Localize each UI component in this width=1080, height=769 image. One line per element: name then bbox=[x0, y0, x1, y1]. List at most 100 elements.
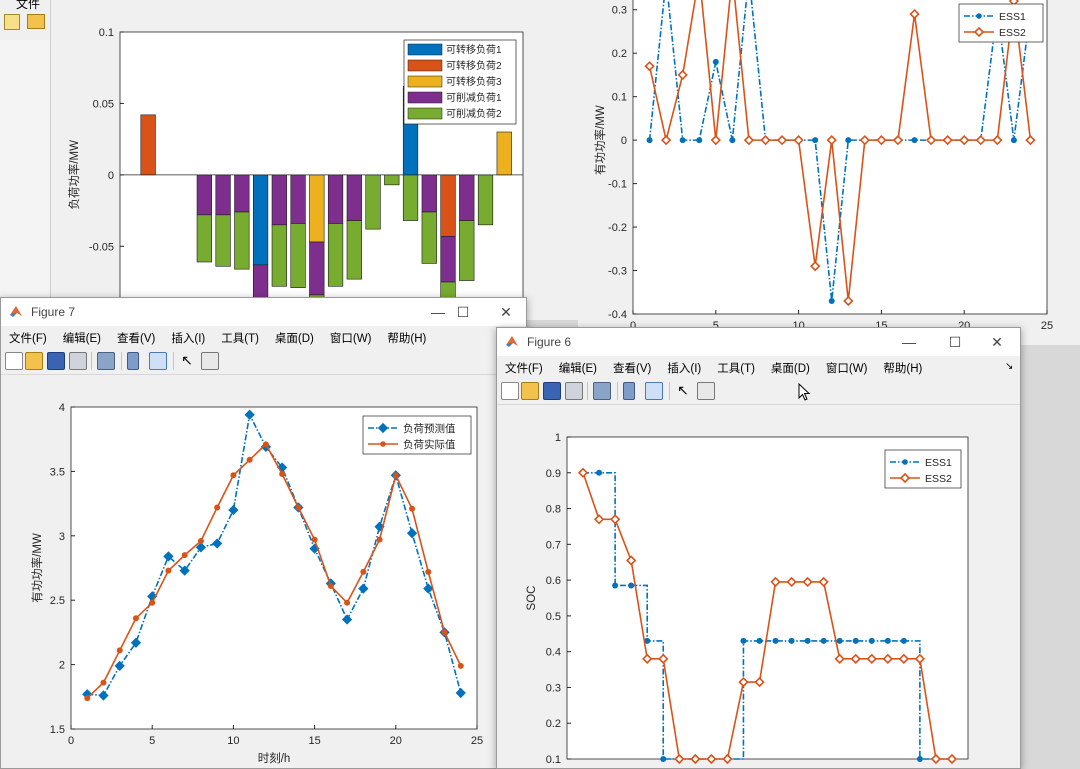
menu-item[interactable]: 窗口(W) bbox=[818, 356, 876, 376]
legend-label: ESS2 bbox=[999, 27, 1026, 39]
toolbar-separator bbox=[121, 352, 122, 370]
save-icon[interactable] bbox=[543, 382, 561, 400]
close-icon[interactable]: ✕ bbox=[491, 302, 521, 322]
bar-segment bbox=[196, 214, 212, 263]
toolbar-separator bbox=[91, 352, 92, 370]
ess-series-1-marker bbox=[812, 137, 819, 144]
menu-item[interactable]: 插入(I) bbox=[163, 326, 213, 346]
soc-series-1-marker bbox=[916, 756, 923, 762]
new-figure-icon[interactable] bbox=[501, 382, 519, 400]
maximize-icon[interactable]: ☐ bbox=[940, 332, 970, 352]
menu-item[interactable]: 插入(I) bbox=[659, 356, 709, 376]
bar-segment bbox=[402, 174, 419, 221]
bar-segment bbox=[459, 174, 475, 221]
y-tick-label: 0.1 bbox=[546, 754, 561, 766]
dock-arrow-icon[interactable]: ↘ bbox=[1005, 361, 1013, 372]
load-series-1-marker bbox=[181, 567, 188, 574]
y-tick-label: 0.1 bbox=[612, 92, 627, 104]
legend-label: ESS1 bbox=[925, 457, 952, 469]
chart-legend: ESS1 ESS2 bbox=[884, 449, 962, 489]
legend-label: 可削减负荷1 bbox=[446, 91, 502, 104]
bar-segment bbox=[140, 114, 156, 176]
y-axis-label: SOC bbox=[526, 586, 538, 611]
save-icon[interactable] bbox=[47, 352, 65, 370]
load-forecast-chart: 0 5 10 15 20 25 4 3.5 3 2.5 2 1.5 时刻/h 有功功率/MW 负荷预测值负荷… bbox=[30, 402, 483, 765]
bar-segment bbox=[440, 235, 456, 283]
colorbar-icon[interactable] bbox=[623, 382, 635, 400]
figure7-menubar: 文件(F) 编辑(E) 查看(V) 插入(I) 工具(T) 桌面(D) 窗口(W) 帮助(H) bbox=[1, 326, 526, 348]
load-series-2-marker bbox=[425, 568, 432, 575]
legend-icon[interactable] bbox=[149, 352, 167, 370]
bar-segment bbox=[196, 174, 212, 216]
load-series-1-marker bbox=[409, 530, 416, 537]
load-series-2-marker bbox=[392, 472, 399, 479]
mouse-cursor-icon bbox=[798, 383, 810, 401]
menu-item[interactable]: 帮助(H) bbox=[379, 326, 434, 346]
soc-series-1-marker bbox=[772, 637, 779, 644]
load-series-2-marker bbox=[246, 456, 253, 463]
bar-segment bbox=[327, 174, 344, 224]
legend-marker bbox=[380, 425, 386, 431]
maximize-icon[interactable]: ☐ bbox=[448, 302, 478, 322]
x-tick-label: 0 bbox=[68, 735, 74, 747]
menu-item[interactable]: 工具(T) bbox=[709, 356, 763, 376]
bar-segment bbox=[421, 174, 437, 213]
load-series-2-marker bbox=[457, 662, 464, 669]
y-tick-label: 1.5 bbox=[50, 724, 65, 736]
soc-series-1-marker bbox=[820, 637, 827, 644]
x-tick-label: 25 bbox=[1041, 320, 1053, 332]
folder-icon[interactable] bbox=[27, 14, 45, 29]
menu-item[interactable]: 窗口(W) bbox=[322, 326, 380, 346]
load-series-2-marker bbox=[149, 599, 156, 606]
comment-icon[interactable] bbox=[4, 14, 20, 30]
load-series-1-marker bbox=[344, 616, 351, 623]
load-series-2-marker bbox=[376, 536, 383, 543]
y-tick-label: -0.2 bbox=[608, 222, 627, 234]
soc-series-1-marker bbox=[836, 637, 843, 644]
legend-label: ESS2 bbox=[925, 473, 952, 485]
bar-segment bbox=[215, 214, 231, 267]
print-icon[interactable] bbox=[565, 382, 583, 400]
menu-item[interactable]: 帮助(H) bbox=[875, 356, 930, 376]
new-figure-icon[interactable] bbox=[5, 352, 23, 370]
bar-segment bbox=[440, 174, 456, 237]
minimize-icon[interactable]: — bbox=[894, 332, 924, 352]
figure6-titlebar[interactable]: Figure 6 — ☐ ✕ bbox=[497, 328, 1020, 356]
property-editor-icon[interactable] bbox=[697, 382, 715, 400]
menu-item[interactable]: 桌面(D) bbox=[267, 326, 322, 346]
print-icon[interactable] bbox=[69, 352, 87, 370]
link-plot-icon[interactable] bbox=[593, 382, 611, 400]
open-file-icon[interactable] bbox=[521, 382, 539, 400]
load-series-2-marker bbox=[230, 472, 237, 479]
pointer-icon[interactable]: ↖ bbox=[675, 382, 691, 398]
menu-item[interactable]: 桌面(D) bbox=[763, 356, 818, 376]
pointer-icon[interactable]: ↖ bbox=[179, 352, 195, 368]
figure7-titlebar[interactable]: Figure 7 — ☐ ✕ bbox=[1, 298, 526, 326]
bar-segment bbox=[309, 174, 325, 243]
y-tick-label: 0 bbox=[621, 135, 627, 147]
menu-item[interactable]: 编辑(E) bbox=[551, 356, 605, 376]
legend-swatch bbox=[407, 43, 443, 56]
y-tick-label: -0.4 bbox=[608, 309, 627, 321]
menu-item[interactable]: 编辑(E) bbox=[55, 326, 109, 346]
load-series-2-marker bbox=[360, 568, 367, 575]
toolbar-separator bbox=[173, 352, 174, 370]
legend-label: 可削减负荷2 bbox=[446, 107, 502, 120]
open-file-icon[interactable] bbox=[25, 352, 43, 370]
menu-item[interactable]: 查看(V) bbox=[605, 356, 659, 376]
legend-icon[interactable] bbox=[645, 382, 663, 400]
load-series-2-marker bbox=[84, 695, 91, 702]
menu-item[interactable]: 文件(F) bbox=[1, 326, 55, 346]
menu-item[interactable]: 文件(F) bbox=[497, 356, 551, 376]
menu-item[interactable]: 工具(T) bbox=[213, 326, 267, 346]
colorbar-icon[interactable] bbox=[127, 352, 139, 370]
close-icon[interactable]: ✕ bbox=[982, 332, 1012, 352]
legend-marker bbox=[380, 441, 386, 447]
load-series-2-marker bbox=[262, 441, 269, 448]
plot-area bbox=[632, 0, 1048, 315]
link-plot-icon[interactable] bbox=[97, 352, 115, 370]
menu-file-fragment[interactable]: 文件 bbox=[16, 0, 40, 12]
property-editor-icon[interactable] bbox=[201, 352, 219, 370]
bar-segment bbox=[384, 174, 400, 186]
menu-item[interactable]: 查看(V) bbox=[109, 326, 163, 346]
